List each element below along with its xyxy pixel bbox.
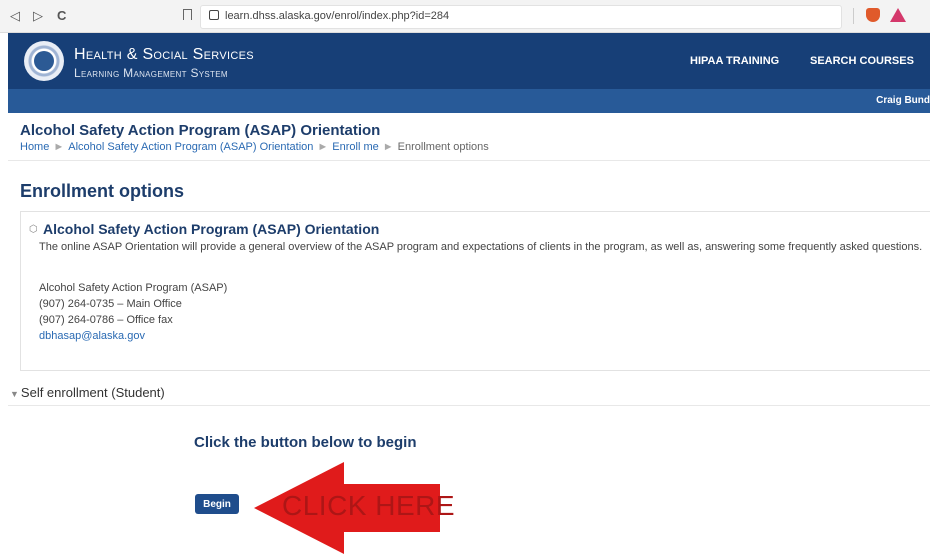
course-link[interactable]: Alcohol Safety Action Program (ASAP) Ori… [43, 221, 379, 237]
breadcrumb-enroll-me[interactable]: Enroll me [332, 141, 378, 153]
toolbar-divider [853, 8, 854, 24]
bookmark-icon[interactable] [183, 9, 192, 20]
alaska-seal-logo[interactable] [24, 41, 64, 81]
self-enrollment-header[interactable]: ▼ Self enrollment (Student) [10, 385, 165, 400]
nav-search-courses[interactable]: SEARCH COURSES [810, 55, 914, 67]
breadcrumb-separator-icon: ► [317, 141, 329, 153]
contact-phone: (907) 264-0735 – Main Office [39, 298, 182, 310]
page-title: Alcohol Safety Action Program (ASAP) Ori… [20, 122, 381, 139]
course-summary: The online ASAP Orientation will provide… [39, 241, 923, 253]
begin-instructions: Click the button below to begin [194, 434, 417, 451]
header-divider [8, 160, 930, 161]
browser-toolbar: ◁ ▷ C learn.dhss.alaska.gov/enrol/index.… [0, 0, 930, 33]
contact-fax: (907) 264-0786 – Office fax [39, 314, 173, 326]
breadcrumb-separator-icon: ► [53, 141, 65, 153]
lock-icon [209, 10, 219, 20]
nav-hipaa-training[interactable]: HIPAA TRAINING [690, 55, 779, 67]
address-bar[interactable]: learn.dhss.alaska.gov/enrol/index.php?id… [200, 5, 842, 29]
collapse-triangle-icon: ▼ [10, 389, 19, 399]
course-info-box: ⬡ Alcohol Safety Action Program (ASAP) O… [20, 211, 930, 371]
self-enrollment-label: Self enrollment (Student) [20, 385, 165, 400]
brand-title[interactable]: Health & Social Services [74, 46, 254, 64]
breadcrumb-course[interactable]: Alcohol Safety Action Program (ASAP) Ori… [68, 141, 313, 153]
url-text[interactable]: learn.dhss.alaska.gov/enrol/index.php?id… [225, 10, 449, 22]
back-icon[interactable]: ◁ [10, 8, 20, 24]
breadcrumb: Home ► Alcohol Safety Action Program (ASAP… [20, 141, 489, 153]
site-header: Health & Social Services Learning Manage… [8, 33, 930, 89]
breadcrumb-separator-icon: ► [382, 141, 394, 153]
contact-email-link[interactable]: dbhasap@alaska.gov [39, 330, 145, 342]
enrollment-heading: Enrollment options [20, 181, 184, 201]
breadcrumb-current: Enrollment options [397, 141, 489, 153]
brand-subtitle[interactable]: Learning Management System [74, 66, 228, 80]
begin-button[interactable]: Begin [195, 494, 239, 514]
brave-rewards-icon[interactable] [890, 8, 906, 22]
user-menu[interactable]: Craig Bund [876, 95, 930, 106]
course-icon: ⬡ [29, 224, 38, 235]
contact-org: Alcohol Safety Action Program (ASAP) [39, 282, 228, 294]
breadcrumb-home[interactable]: Home [20, 141, 49, 153]
click-here-annotation: CLICK HERE [282, 490, 456, 521]
brave-shield-icon[interactable] [866, 8, 880, 22]
section-divider [8, 405, 930, 406]
user-bar: Craig Bund [8, 89, 930, 113]
reload-icon[interactable]: C [57, 8, 66, 23]
forward-icon[interactable]: ▷ [33, 8, 43, 24]
